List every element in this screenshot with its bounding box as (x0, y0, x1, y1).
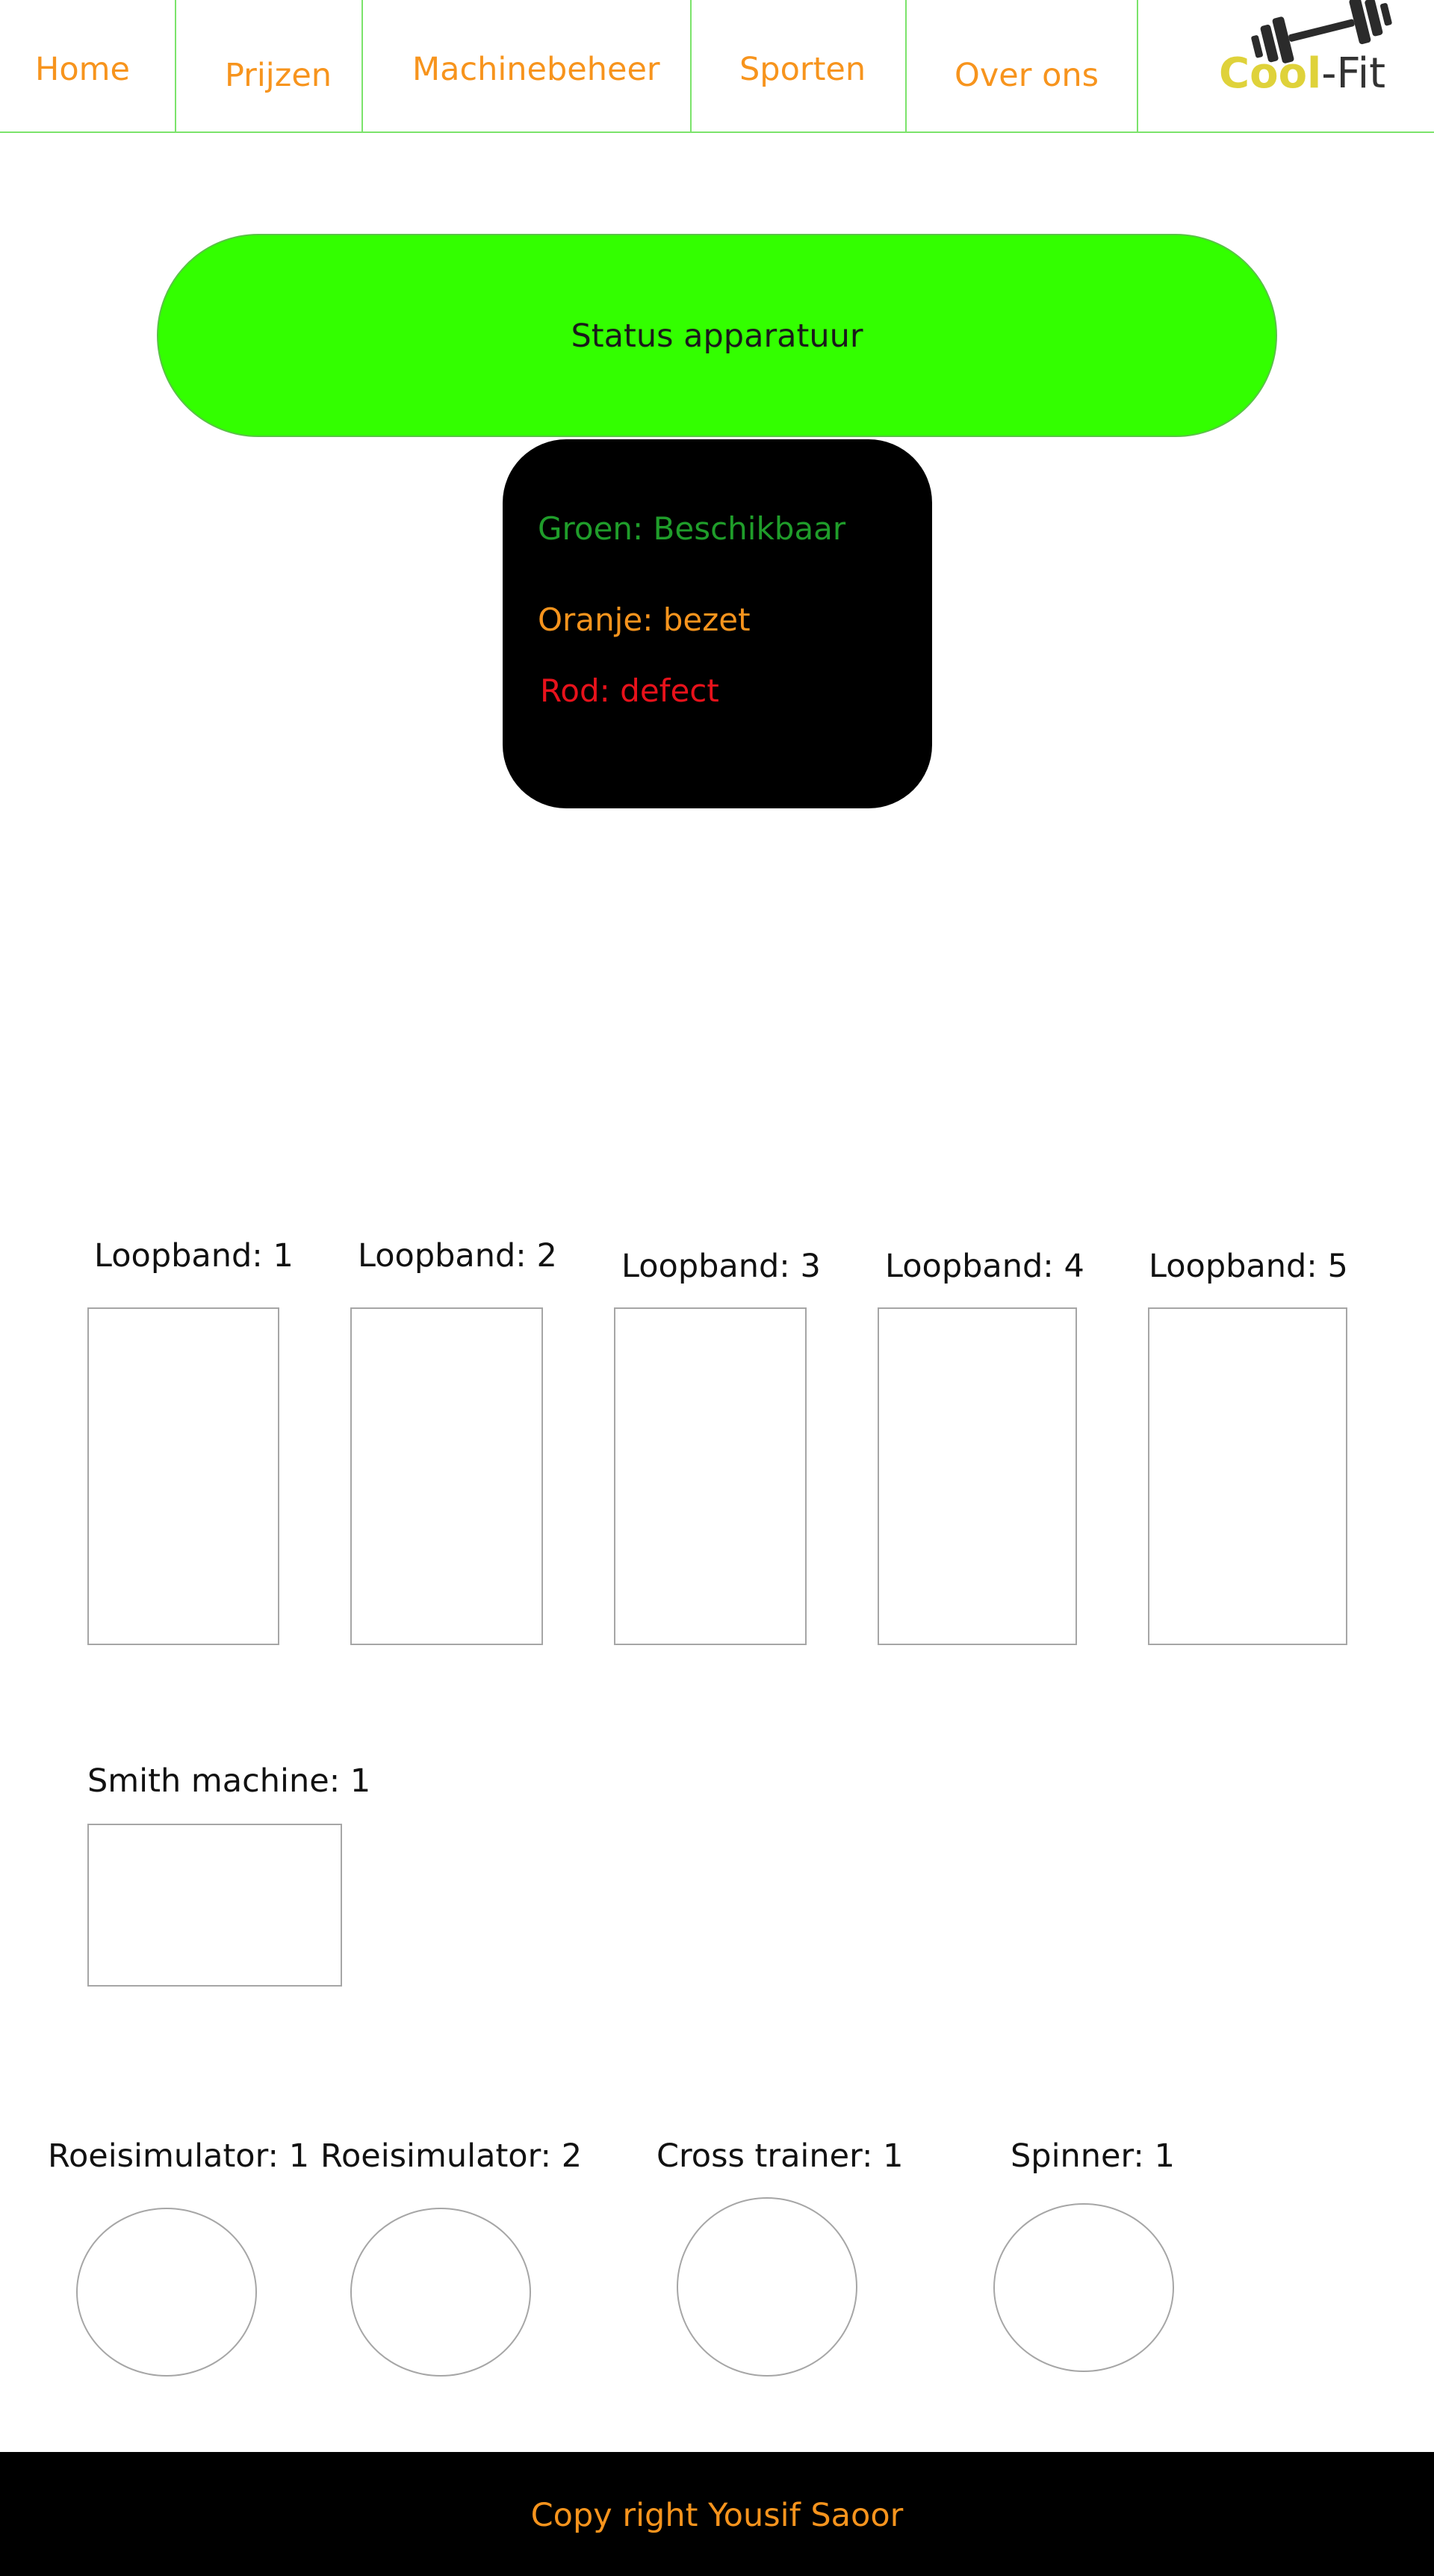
nav-link-home[interactable]: Home (0, 0, 175, 133)
page-footer: Copy right Yousif Saoor (0, 2452, 1434, 2576)
rowing-machine-label: Roeisimulator: 2 (320, 2137, 583, 2175)
nav-divider (1137, 0, 1138, 133)
nav-link-label: Machinebeheer (412, 51, 660, 88)
treadmill-slot[interactable] (1148, 1307, 1347, 1645)
logo-text-fit: -Fit (1321, 49, 1386, 98)
spinner-slot[interactable] (993, 2203, 1174, 2372)
treadmill-slot[interactable] (350, 1307, 543, 1645)
treadmill-slot[interactable] (878, 1307, 1077, 1645)
logo-wordmark: Cool-Fit (1219, 49, 1385, 98)
treadmill-label: Loopband: 3 (621, 1248, 821, 1285)
nav-link-label: Sporten (739, 51, 866, 88)
nav-link-prijzen[interactable]: Prijzen (176, 0, 361, 133)
treadmill-label: Loopband: 4 (885, 1248, 1084, 1285)
nav-link-over-ons[interactable]: Over ons (907, 0, 1137, 133)
nav-link-machinebeheer[interactable]: Machinebeheer (363, 0, 690, 133)
status-legend: Groen: Beschikbaar Oranje: bezet Rod: de… (503, 439, 932, 808)
treadmill-slot[interactable] (614, 1307, 807, 1645)
nav-link-label: Home (35, 51, 130, 88)
legend-available: Groen: Beschikbaar (538, 510, 846, 547)
copyright-text: Copy right Yousif Saoor (530, 2497, 904, 2534)
treadmill-label: Loopband: 2 (358, 1237, 557, 1275)
treadmill-slot[interactable] (87, 1307, 279, 1645)
smith-machine-label: Smith machine: 1 (87, 1762, 371, 1800)
smith-machine-slot[interactable] (87, 1824, 342, 1987)
rowing-machine-slot[interactable] (350, 2208, 531, 2377)
treadmill-label: Loopband: 5 (1149, 1248, 1348, 1285)
spinner-label: Spinner: 1 (1011, 2137, 1175, 2175)
rowing-machine-label: Roeisimulator: 1 (48, 2137, 310, 2175)
status-title: Status apparatuur (571, 318, 863, 355)
nav-link-label: Prijzen (225, 57, 332, 94)
treadmill-label: Loopband: 1 (94, 1237, 294, 1275)
status-header: Status apparatuur (157, 234, 1277, 437)
rowing-machine-slot[interactable] (76, 2208, 257, 2377)
nav-link-label: Over ons (955, 57, 1099, 94)
cross-trainer-slot[interactable] (677, 2197, 857, 2377)
cool-fit-logo[interactable]: Cool-Fit (1210, 0, 1434, 131)
cross-trainer-label: Cross trainer: 1 (657, 2137, 904, 2175)
logo-text-cool: Cool (1219, 49, 1322, 98)
nav-link-sporten[interactable]: Sporten (692, 0, 905, 133)
legend-defect: Rod: defect (540, 672, 719, 709)
legend-occupied: Oranje: bezet (538, 601, 751, 638)
top-navigation: Home Prijzen Machinebeheer Sporten Over … (0, 0, 1434, 133)
